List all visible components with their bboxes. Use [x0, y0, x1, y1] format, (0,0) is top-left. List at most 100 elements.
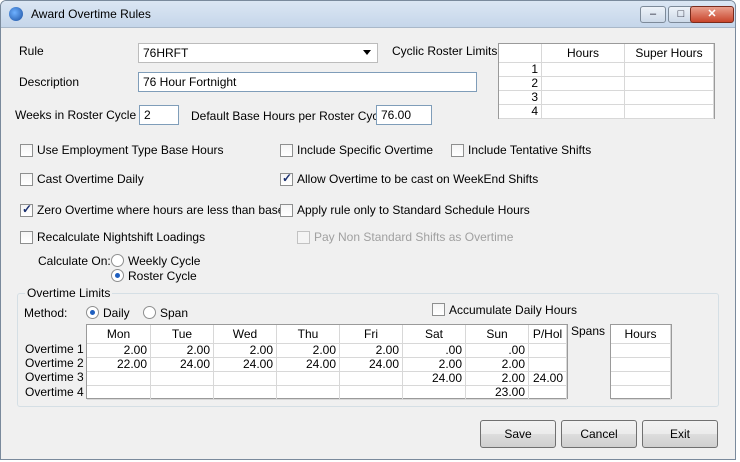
- cyclic-row-index: 3: [499, 90, 542, 105]
- zero-overtime-checkbox[interactable]: [20, 202, 33, 217]
- include-tentative-label: Include Tentative Shifts: [468, 143, 592, 157]
- weekly-cycle-radio[interactable]: [111, 254, 124, 267]
- grid-cell[interactable]: 22.00: [87, 357, 151, 372]
- grid-cell[interactable]: [528, 357, 567, 372]
- accumulate-daily-label: Accumulate Daily Hours: [449, 303, 578, 317]
- accumulate-daily-checkbox[interactable]: [432, 303, 445, 316]
- cyclic-hours-cell[interactable]: [541, 90, 625, 105]
- cyclic-hours-cell[interactable]: [541, 76, 625, 91]
- table-row[interactable]: 1: [499, 62, 714, 77]
- include-specific-label: Include Specific Overtime: [297, 143, 434, 157]
- include-specific-checkbox[interactable]: [280, 144, 293, 157]
- recalc-night-checkbox[interactable]: [20, 231, 33, 244]
- grid-cell[interactable]: [150, 385, 214, 400]
- include-tentative-checkbox[interactable]: [451, 144, 464, 157]
- overtime-grid[interactable]: Mon Tue Wed Thu Fri Sat Sun P/Hol 2.00 2…: [86, 324, 568, 400]
- grid-cell[interactable]: 24.00: [528, 371, 567, 386]
- grid-cell[interactable]: 2.00: [465, 371, 529, 386]
- grid-cell[interactable]: [213, 385, 277, 400]
- grid-cell[interactable]: 24.00: [213, 357, 277, 372]
- grid-cell[interactable]: .00: [465, 343, 529, 358]
- grid-cell[interactable]: 2.00: [339, 343, 403, 358]
- grid-cell[interactable]: .00: [402, 343, 466, 358]
- grid-cell[interactable]: 2.00: [150, 343, 214, 358]
- table-row[interactable]: [611, 371, 671, 386]
- header-tue: Tue: [150, 325, 214, 344]
- spans-cell[interactable]: [611, 343, 671, 358]
- grid-cell[interactable]: 2.00: [402, 357, 466, 372]
- cancel-button[interactable]: Cancel: [561, 420, 637, 448]
- cyclic-super-cell[interactable]: [624, 90, 714, 105]
- base-hours-input[interactable]: 76.00: [376, 105, 432, 125]
- exit-button[interactable]: Exit: [642, 420, 718, 448]
- description-input[interactable]: 76 Hour Fortnight: [138, 72, 477, 92]
- grid-cell[interactable]: 2.00: [87, 343, 151, 358]
- cast-daily-checkbox[interactable]: [20, 173, 33, 186]
- grid-cell[interactable]: 24.00: [276, 357, 340, 372]
- grid-cell[interactable]: [339, 371, 403, 386]
- apply-standard-checkbox[interactable]: [280, 204, 293, 217]
- recalc-night-label: Recalculate Nightshift Loadings: [37, 230, 206, 244]
- table-row[interactable]: 2.00 2.00 2.00 2.00 2.00 .00 .00: [87, 343, 567, 358]
- cyclic-super-cell[interactable]: [624, 104, 714, 119]
- table-row[interactable]: 2: [499, 76, 714, 91]
- spans-cell[interactable]: [611, 371, 671, 386]
- grid-cell[interactable]: 2.00: [465, 357, 529, 372]
- grid-cell[interactable]: [528, 343, 567, 358]
- table-row[interactable]: 23.00: [87, 385, 567, 400]
- grid-cell[interactable]: [87, 385, 151, 400]
- roster-cycle-radio[interactable]: [111, 269, 124, 282]
- grid-cell[interactable]: 23.00: [465, 385, 529, 400]
- table-row[interactable]: 3: [499, 90, 714, 105]
- save-button[interactable]: Save: [480, 420, 556, 448]
- grid-cell[interactable]: 2.00: [276, 343, 340, 358]
- description-label: Description: [19, 75, 80, 89]
- calculate-on-label: Calculate On:: [38, 254, 111, 268]
- method-span-radio[interactable]: [143, 306, 156, 319]
- allow-weekend-checkbox[interactable]: [280, 171, 293, 186]
- cyclic-hours-cell[interactable]: [541, 104, 625, 119]
- table-row[interactable]: [611, 385, 671, 400]
- table-row[interactable]: [611, 357, 671, 372]
- table-row[interactable]: 4: [499, 104, 714, 119]
- table-row[interactable]: 22.00 24.00 24.00 24.00 24.00 2.00 2.00: [87, 357, 567, 372]
- pay-nonstandard-checkbox[interactable]: [297, 231, 310, 244]
- table-row[interactable]: [611, 343, 671, 358]
- cyclic-roster-grid[interactable]: Hours Super Hours 1 2 3 4: [498, 43, 715, 119]
- award-overtime-window: Award Overtime Rules – □ ✕ Rule 76HRFT D…: [0, 0, 736, 460]
- grid-cell[interactable]: 24.00: [339, 357, 403, 372]
- minimize-button[interactable]: –: [640, 6, 666, 23]
- cyclic-super-cell[interactable]: [624, 76, 714, 91]
- grid-cell[interactable]: [87, 371, 151, 386]
- cyclic-hours-cell[interactable]: [541, 62, 625, 77]
- close-button[interactable]: ✕: [690, 6, 734, 23]
- cast-daily-label: Cast Overtime Daily: [37, 172, 144, 186]
- cyclic-super-cell[interactable]: [624, 62, 714, 77]
- grid-cell[interactable]: [276, 371, 340, 386]
- dropdown-arrow-icon[interactable]: [363, 50, 371, 55]
- rule-select[interactable]: 76HRFT: [138, 43, 378, 63]
- grid-cell[interactable]: 24.00: [150, 357, 214, 372]
- spans-cell[interactable]: [611, 357, 671, 372]
- method-span-label: Span: [160, 306, 189, 320]
- cyclic-row-index: 4: [499, 104, 542, 119]
- title-bar[interactable]: Award Overtime Rules – □ ✕: [1, 1, 735, 28]
- method-daily-radio[interactable]: [86, 306, 99, 319]
- use-employment-checkbox[interactable]: [20, 144, 33, 157]
- overtime-limits-label: Overtime Limits: [25, 286, 113, 300]
- grid-cell[interactable]: [528, 385, 567, 400]
- spans-cell[interactable]: [611, 385, 671, 400]
- grid-cell[interactable]: 2.00: [213, 343, 277, 358]
- cyclic-row-index: 1: [499, 62, 542, 77]
- grid-cell[interactable]: 24.00: [402, 371, 466, 386]
- header-sun: Sun: [465, 325, 529, 344]
- spans-grid[interactable]: Hours: [610, 324, 672, 400]
- grid-cell[interactable]: [213, 371, 277, 386]
- weeks-input[interactable]: 2: [139, 105, 179, 125]
- grid-cell[interactable]: [150, 371, 214, 386]
- grid-cell[interactable]: [276, 385, 340, 400]
- overtime-row-label: Overtime 3: [25, 370, 84, 384]
- table-row[interactable]: 24.00 2.00 24.00: [87, 371, 567, 386]
- grid-cell[interactable]: [339, 385, 403, 400]
- grid-cell[interactable]: [402, 385, 466, 400]
